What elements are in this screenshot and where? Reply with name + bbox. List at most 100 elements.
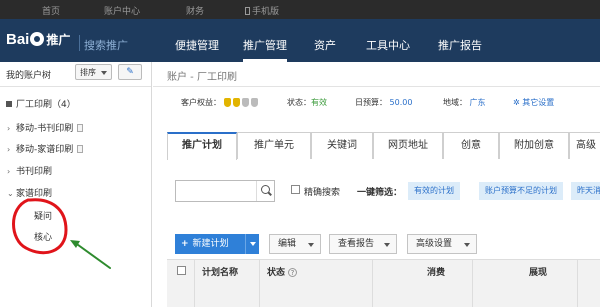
tab-extra-creatives[interactable]: 附加创意	[499, 132, 569, 159]
daily-budget: 日预算： 50.00	[355, 97, 412, 108]
tab-advanced[interactable]: 高级	[569, 132, 600, 159]
baidu-logo[interactable]: Bai 推广	[6, 31, 70, 48]
tree-item-label: 移动-书刊印刷	[16, 124, 74, 134]
chevron-down-icon	[384, 243, 390, 247]
top-nav-home[interactable]: 首页	[42, 4, 60, 17]
document-icon	[77, 145, 84, 153]
new-plan-label: 新建计划	[192, 239, 229, 249]
edit-dropdown[interactable]: 编辑	[269, 234, 321, 254]
tree-item-mobile-book[interactable]: › 移动-书刊印刷	[7, 121, 84, 134]
pin-button[interactable]: ✎	[118, 64, 142, 80]
silver-medal-icon	[241, 98, 249, 107]
logo-text: Bai	[6, 31, 30, 48]
logo-suffix: 推广	[46, 33, 71, 47]
breadcrumb: 账户 - 厂工印刷	[167, 72, 237, 83]
plus-icon: +	[181, 239, 189, 249]
button-separator	[245, 234, 246, 254]
status-value: 有效	[311, 98, 327, 107]
top-nav-bar: 首页 账户中心 财务 手机版	[0, 0, 600, 19]
region-label: 地域：	[443, 98, 467, 107]
tree-root-label: 厂工印刷（4）	[16, 100, 76, 110]
search-icon[interactable]	[256, 181, 274, 201]
medal-icons	[223, 98, 260, 107]
column-divider	[577, 260, 578, 307]
tab-units[interactable]: 推广单元	[237, 132, 311, 159]
account-balance: 客户权益：	[181, 97, 260, 108]
toolbar: + 新建计划 编辑 查看报告 高级设置	[167, 234, 600, 254]
chevron-down-icon	[464, 243, 470, 247]
tree-item-genealogy[interactable]: ⌄ 家谱印刷	[7, 186, 52, 199]
tree-item-label: 书刊印刷	[16, 167, 53, 177]
status-label: 状态：	[287, 98, 311, 107]
exact-search-checkbox[interactable]	[291, 185, 300, 194]
region-value[interactable]: 广东	[470, 98, 486, 107]
app-header: Bai 推广 搜索推广 便捷管理 推广管理 资产 工具中心 推广报告	[0, 19, 600, 62]
exact-search-label: 精确搜索	[304, 188, 341, 198]
region: 地域： 广东	[443, 97, 486, 108]
main-content: 账户 - 厂工印刷 客户权益： 状态：有效 日预算： 50.00 地域： 广东 …	[153, 62, 600, 307]
gold-medal-icon	[232, 98, 240, 107]
filter-chip-valid-plans[interactable]: 有效的计划	[408, 182, 460, 200]
tab-plans[interactable]: 推广计划	[167, 132, 237, 160]
sort-dropdown[interactable]: 排序	[75, 64, 112, 80]
budget-value[interactable]: 50.00	[390, 98, 413, 107]
nav-tab-assets[interactable]: 资产	[314, 37, 336, 53]
breadcrumb-divider	[153, 86, 600, 87]
select-all-checkbox[interactable]	[177, 266, 186, 275]
tab-keywords[interactable]: 关键词	[311, 132, 373, 159]
brand-subtitle: 搜索推广	[84, 39, 128, 52]
tree-item-label: 移动-家谱印刷	[16, 145, 74, 155]
nav-tab-promotion-manage[interactable]: 推广管理	[243, 37, 287, 62]
nav-tab-promotion-report[interactable]: 推广报告	[438, 37, 482, 53]
chevron-down-icon: ⌄	[7, 189, 14, 198]
chevron-down-icon[interactable]	[250, 242, 256, 246]
silver-medal-icon	[250, 98, 258, 107]
balance-label: 客户权益：	[181, 98, 221, 107]
document-icon	[77, 124, 84, 132]
paw-icon	[30, 32, 45, 46]
chevron-right-icon: ›	[7, 124, 11, 133]
tree-subitem-questions[interactable]: 疑问	[34, 209, 52, 222]
column-impressions[interactable]: 展现	[529, 265, 547, 278]
column-divider	[472, 260, 473, 307]
edit-label: 编辑	[278, 239, 297, 249]
new-plan-button[interactable]: + 新建计划	[175, 234, 259, 254]
top-nav-account-center[interactable]: 账户中心	[104, 4, 140, 17]
column-plan-name[interactable]: 计划名称	[202, 265, 238, 278]
tree-subitem-core[interactable]: 核心	[34, 230, 52, 243]
nav-tab-tool-center[interactable]: 工具中心	[366, 37, 410, 53]
top-nav-mobile[interactable]: 手机版	[245, 4, 279, 17]
column-divider	[259, 260, 260, 307]
gold-medal-icon	[223, 98, 231, 107]
tree-item-mobile-genealogy[interactable]: › 移动-家谱印刷	[7, 142, 84, 155]
help-icon[interactable]: ?	[288, 268, 298, 277]
mobile-icon	[245, 7, 250, 15]
top-nav-finance[interactable]: 财务	[186, 4, 204, 17]
tab-creatives[interactable]: 创意	[443, 132, 499, 159]
search-input[interactable]	[175, 180, 275, 202]
column-status[interactable]: 状态?	[267, 265, 298, 278]
column-status-label: 状态	[267, 268, 286, 278]
filter-chip-budget-short[interactable]: 账户预算不足的计划	[479, 182, 563, 200]
tree-root-account[interactable]: 厂工印刷（4）	[6, 97, 76, 110]
account-status: 状态：有效	[287, 97, 327, 108]
tab-bar: 推广计划 推广单元 关键词 网页地址 创意 附加创意 高级	[167, 132, 600, 160]
column-divider	[372, 260, 373, 307]
chevron-right-icon: ›	[7, 167, 11, 176]
other-settings-link[interactable]: ✲ 其它设置	[513, 97, 554, 108]
sidebar-title: 我的账户树	[6, 71, 52, 81]
column-spend[interactable]: 消费	[427, 265, 445, 278]
filter-chip-yesterday[interactable]: 昨天消	[571, 182, 600, 200]
budget-label: 日预算：	[355, 98, 387, 107]
tree-item-book[interactable]: › 书刊印刷	[7, 164, 52, 177]
view-report-dropdown[interactable]: 查看报告	[329, 234, 397, 254]
advanced-settings-label: 高级设置	[416, 239, 453, 249]
sidebar-divider	[0, 86, 151, 87]
tab-urls[interactable]: 网页地址	[373, 132, 443, 159]
chevron-down-icon	[308, 243, 314, 247]
tree-item-label: 家谱印刷	[16, 189, 53, 199]
nav-tab-quick-manage[interactable]: 便捷管理	[175, 37, 219, 53]
filter-row: 精确搜索 一键筛选： 有效的计划 账户预算不足的计划 昨天消	[167, 180, 600, 202]
advanced-settings-dropdown[interactable]: 高级设置	[407, 234, 477, 254]
sort-label: 排序	[80, 68, 96, 77]
